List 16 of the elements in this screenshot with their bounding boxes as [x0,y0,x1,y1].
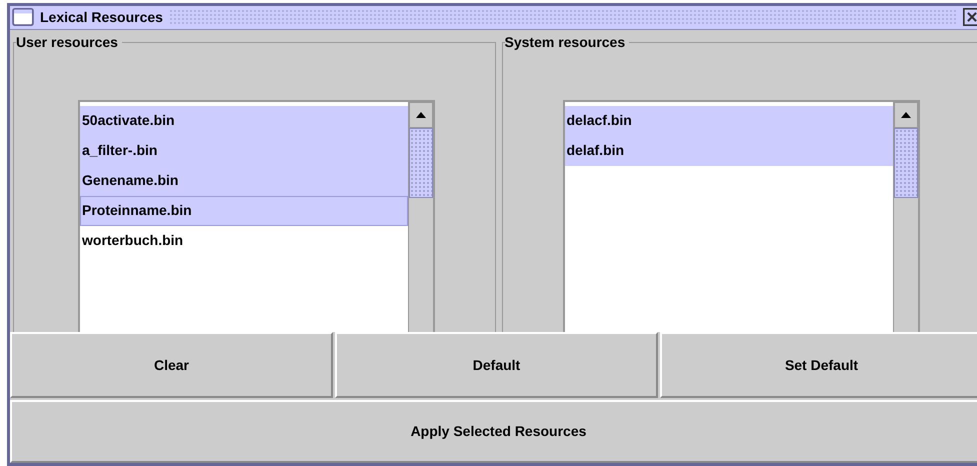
list-item[interactable]: delacf.bin [564,106,892,136]
up-arrow-icon[interactable] [900,112,910,118]
list-item[interactable]: Proteinname.bin [80,196,408,226]
apply-button[interactable]: Apply Selected Resources [10,400,977,464]
action-button[interactable]: Default [335,332,658,398]
scrollbar[interactable] [892,102,918,332]
list-item[interactable]: delaf.bin [564,136,892,166]
scrollbar[interactable] [408,102,433,332]
action-button[interactable]: Clear [10,332,333,398]
up-arrow-icon[interactable] [416,112,426,118]
window-title: Lexical Resources [40,8,163,27]
list-item[interactable]: Genename.bin [80,166,408,196]
close-icon[interactable] [963,8,977,26]
list-item[interactable]: a_filter-.bin [80,136,408,166]
action-button[interactable]: Set Default [660,332,977,398]
list-item[interactable]: 50activate.bin [80,106,408,136]
